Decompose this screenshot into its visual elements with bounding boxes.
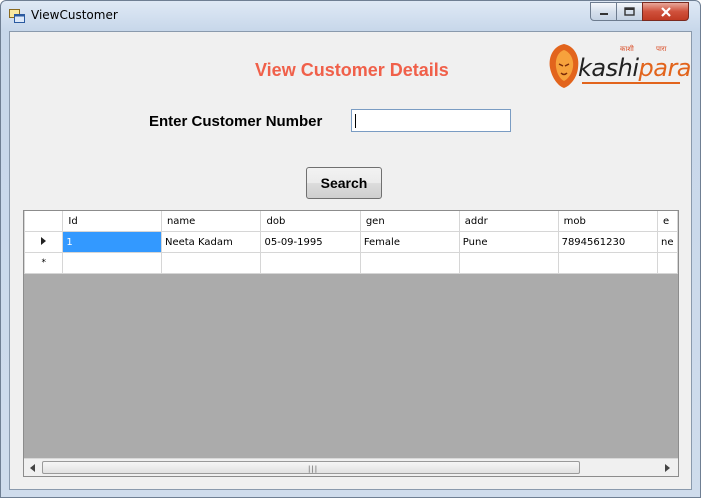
customer-data-grid[interactable]: Id name dob gen addr mob e 1 Neeta Kadam… (23, 210, 679, 477)
column-header-name[interactable]: name (160, 211, 262, 232)
grip-icon: ||| (308, 465, 319, 473)
page-title: View Customer Details (255, 60, 449, 80)
lion-icon (549, 44, 579, 88)
table-cell[interactable]: Neeta Kadam (160, 231, 262, 253)
table-cell[interactable] (657, 252, 678, 274)
horizontal-scrollbar[interactable]: ||| (24, 458, 678, 476)
table-cell[interactable] (359, 252, 460, 274)
table-cell[interactable] (160, 252, 262, 274)
minimize-icon (599, 12, 608, 15)
column-header-dob[interactable]: dob (260, 211, 361, 232)
logo-text-accent: para (638, 54, 692, 82)
corner-header-cell[interactable] (24, 211, 64, 232)
arrow-right-icon (665, 464, 670, 472)
window-title: ViewCustomer (31, 8, 118, 22)
table-cell[interactable] (458, 252, 559, 274)
table-cell[interactable] (557, 252, 659, 274)
close-icon (660, 6, 671, 17)
column-header-id[interactable]: Id (62, 211, 162, 232)
table-cell[interactable]: Pune (458, 231, 559, 253)
scrollbar-thumb[interactable]: ||| (42, 461, 580, 474)
column-header-gen[interactable]: gen (359, 211, 460, 232)
form-icon (9, 9, 25, 23)
table-cell[interactable]: ne (657, 231, 678, 253)
search-button[interactable]: Search (306, 167, 382, 199)
customer-number-label: Enter Customer Number (149, 113, 323, 130)
table-cell[interactable]: 05-09-1995 (260, 231, 361, 253)
column-header-mob[interactable]: mob (557, 211, 659, 232)
maximize-button[interactable] (616, 2, 643, 21)
table-cell[interactable]: Female (359, 231, 460, 253)
table-cell[interactable]: 7894561230 (557, 231, 659, 253)
logo-wordmark: kashipara (578, 54, 692, 82)
customer-table: Id name dob gen addr mob e 1 Neeta Kadam… (24, 211, 678, 274)
scroll-left-button[interactable] (25, 460, 41, 476)
table-cell[interactable] (62, 252, 162, 274)
view-customer-window: ViewCustomer View Customer Details काशी … (0, 0, 701, 498)
logo-tagline-right: पारा (656, 45, 667, 53)
table-cell[interactable] (260, 252, 361, 274)
close-button[interactable] (642, 2, 689, 21)
logo-tagline-left: काशी (620, 45, 634, 53)
column-header-email[interactable]: e (657, 211, 678, 232)
column-header-addr[interactable]: addr (458, 211, 559, 232)
title-bar[interactable]: ViewCustomer (1, 1, 700, 31)
table-cell[interactable]: 1 (62, 231, 162, 253)
current-row-icon (41, 236, 47, 245)
scroll-right-button[interactable] (660, 460, 676, 476)
customer-number-input[interactable] (351, 109, 511, 132)
kashipara-logo: काशी पारा kashipara (546, 40, 692, 92)
header-row: Id name dob gen addr mob e (24, 211, 678, 232)
table-row[interactable]: 1 Neeta Kadam 05-09-1995 Female Pune 789… (24, 231, 678, 253)
new-row-header[interactable]: * (24, 252, 64, 274)
row-header[interactable] (24, 231, 64, 253)
logo-text-main: kashi (578, 54, 639, 82)
minimize-button[interactable] (590, 2, 617, 21)
client-area: View Customer Details काशी पारा kashipar… (9, 31, 692, 490)
arrow-left-icon (30, 464, 35, 472)
new-row[interactable]: * (24, 252, 678, 274)
logo-underline (582, 82, 680, 84)
maximize-icon (624, 7, 635, 16)
text-caret (355, 114, 356, 128)
